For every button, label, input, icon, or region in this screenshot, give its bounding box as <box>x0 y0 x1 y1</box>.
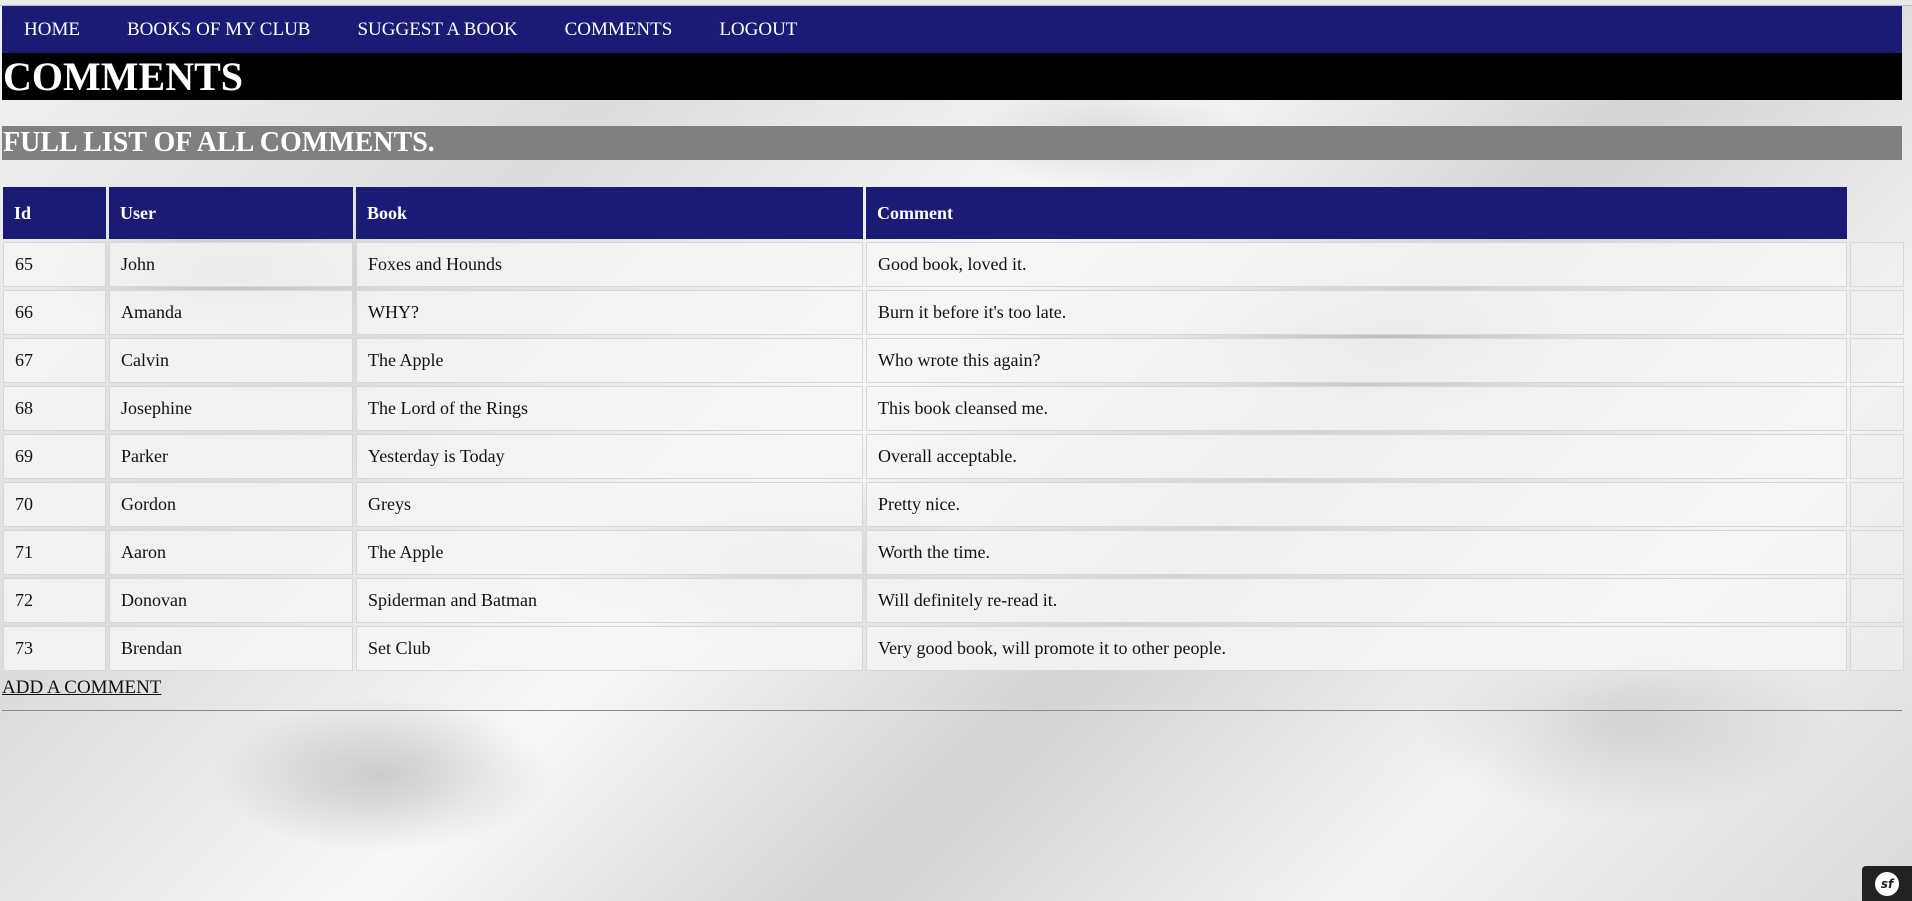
column-header-user: User <box>109 187 353 239</box>
cell-empty <box>1850 482 1904 527</box>
cell-comment: This book cleansed me. <box>866 386 1847 431</box>
symfony-logo-icon: sf <box>1875 871 1899 896</box>
nav-item-suggest-a-book[interactable]: SUGGEST A BOOK <box>357 19 517 41</box>
cell-book: Yesterday is Today <box>356 434 863 479</box>
cell-user: Parker <box>109 434 353 479</box>
nav-item-home[interactable]: HOME <box>24 19 80 41</box>
table-row: 71 Aaron The Apple Worth the time. <box>3 530 1904 575</box>
page-title: COMMENTS <box>2 53 1902 100</box>
cell-id: 66 <box>3 290 106 335</box>
cell-comment: Worth the time. <box>866 530 1847 575</box>
cell-id: 69 <box>3 434 106 479</box>
column-header-comment: Comment <box>866 187 1847 239</box>
page-subtitle: FULL LIST OF ALL COMMENTS. <box>2 126 1902 160</box>
cell-empty <box>1850 578 1904 623</box>
cell-user: Brendan <box>109 626 353 671</box>
table-row: 65 John Foxes and Hounds Good book, love… <box>3 242 1904 287</box>
cell-id: 67 <box>3 338 106 383</box>
add-comment-link[interactable]: ADD A COMMENT <box>2 677 161 699</box>
cell-book: The Apple <box>356 338 863 383</box>
cell-user: John <box>109 242 353 287</box>
cell-book: The Apple <box>356 530 863 575</box>
table-row: 69 Parker Yesterday is Today Overall acc… <box>3 434 1904 479</box>
cell-id: 72 <box>3 578 106 623</box>
table-header-row: Id User Book Comment <box>3 187 1904 239</box>
table-row: 73 Brendan Set Club Very good book, will… <box>3 626 1904 671</box>
table-row: 66 Amanda WHY? Burn it before it's too l… <box>3 290 1904 335</box>
nav-item-books-of-my-club[interactable]: BOOKS OF MY CLUB <box>127 19 311 41</box>
comments-table: Id User Book Comment 65 John Foxes and H… <box>0 184 1907 674</box>
cell-user: Josephine <box>109 386 353 431</box>
cell-empty <box>1850 290 1904 335</box>
cell-book: The Lord of the Rings <box>356 386 863 431</box>
cell-user: Donovan <box>109 578 353 623</box>
cell-comment: Pretty nice. <box>866 482 1847 527</box>
nav-item-logout[interactable]: LOGOUT <box>719 19 797 41</box>
column-header-empty <box>1850 187 1904 239</box>
cell-user: Amanda <box>109 290 353 335</box>
cell-book: Greys <box>356 482 863 527</box>
cell-book: Spiderman and Batman <box>356 578 863 623</box>
cell-empty <box>1850 386 1904 431</box>
cell-empty <box>1850 530 1904 575</box>
divider <box>2 710 1902 711</box>
cell-comment: Will definitely re-read it. <box>866 578 1847 623</box>
symfony-toolbar-toggle[interactable]: sf <box>1862 866 1912 901</box>
cell-comment: Burn it before it's too late. <box>866 290 1847 335</box>
cell-empty <box>1850 338 1904 383</box>
cell-user: Aaron <box>109 530 353 575</box>
cell-user: Calvin <box>109 338 353 383</box>
cell-book: Foxes and Hounds <box>356 242 863 287</box>
column-header-id: Id <box>3 187 106 239</box>
cell-id: 68 <box>3 386 106 431</box>
cell-id: 71 <box>3 530 106 575</box>
cell-empty <box>1850 242 1904 287</box>
main-navbar: HOME BOOKS OF MY CLUB SUGGEST A BOOK COM… <box>2 6 1902 53</box>
table-row: 70 Gordon Greys Pretty nice. <box>3 482 1904 527</box>
cell-user: Gordon <box>109 482 353 527</box>
column-header-book: Book <box>356 187 863 239</box>
cell-comment: Overall acceptable. <box>866 434 1847 479</box>
cell-book: WHY? <box>356 290 863 335</box>
nav-item-comments[interactable]: COMMENTS <box>565 19 673 41</box>
table-row: 72 Donovan Spiderman and Batman Will def… <box>3 578 1904 623</box>
cell-id: 65 <box>3 242 106 287</box>
cell-comment: Who wrote this again? <box>866 338 1847 383</box>
cell-comment: Very good book, will promote it to other… <box>866 626 1847 671</box>
cell-comment: Good book, loved it. <box>866 242 1847 287</box>
cell-id: 70 <box>3 482 106 527</box>
cell-book: Set Club <box>356 626 863 671</box>
cell-empty <box>1850 434 1904 479</box>
cell-id: 73 <box>3 626 106 671</box>
table-row: 67 Calvin The Apple Who wrote this again… <box>3 338 1904 383</box>
cell-empty <box>1850 626 1904 671</box>
table-row: 68 Josephine The Lord of the Rings This … <box>3 386 1904 431</box>
